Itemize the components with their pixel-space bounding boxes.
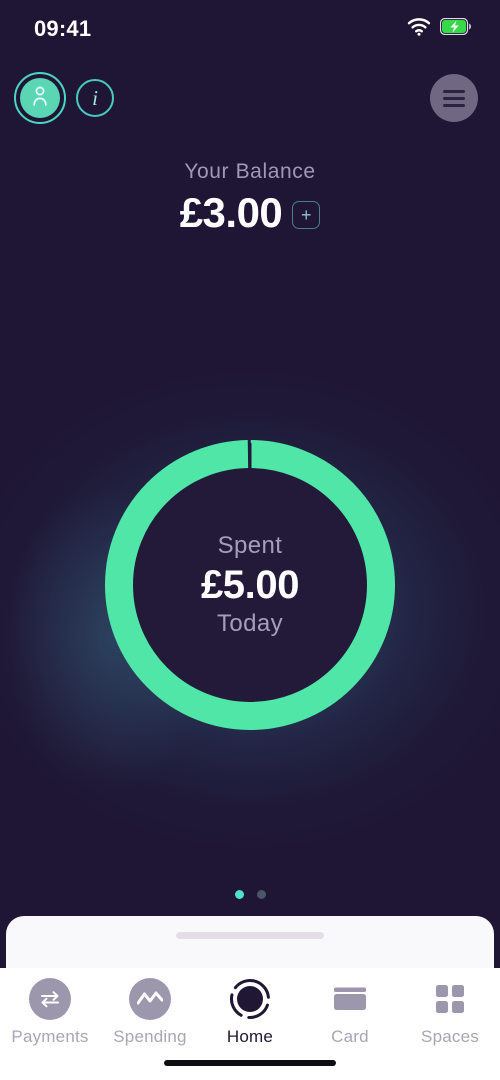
tab-home[interactable]: Home [200,978,300,1047]
info-icon: i [92,85,98,110]
spent-label: Spent [217,532,283,559]
add-money-button[interactable]: + [292,201,321,229]
hamburger-menu-icon-line [443,103,465,107]
wifi-icon [407,17,431,41]
hamburger-menu-button[interactable] [430,74,478,122]
person-icon [30,85,50,112]
info-button[interactable]: i [76,79,114,117]
tab-spending[interactable]: Spending [100,978,200,1047]
drag-handle-icon[interactable] [176,932,324,939]
tab-label-spending: Spending [113,1027,187,1046]
plus-icon: + [301,205,312,225]
line-chart-icon [129,978,171,1020]
pagination-dot-active[interactable] [234,890,244,899]
tab-label-payments: Payments [11,1027,89,1046]
spent-period: Today [216,610,284,637]
battery-charging-icon [439,17,472,40]
tab-label-card: Card [331,1027,369,1046]
grid-squares-icon [429,978,471,1020]
hamburger-menu-icon-line [443,89,465,93]
hamburger-menu-icon-line [443,96,465,100]
spending-ring[interactable]: Spent £5.00 Today [95,430,405,740]
transfer-arrows-icon [29,978,71,1020]
tab-card[interactable]: Card [300,978,400,1047]
avatar-inner [20,78,60,118]
header-bar: i [0,70,500,126]
avatar[interactable] [14,72,66,124]
pagination-dots [0,890,500,899]
balance-section: Your Balance £3.00 + [0,160,500,234]
tab-label-spaces: Spaces [421,1027,479,1046]
home-ring-icon [229,978,271,1020]
balance-amount: £3.00 [179,189,283,236]
tab-label-home: Home [226,1027,274,1046]
credit-card-icon [329,978,371,1020]
tab-payments[interactable]: Payments [0,978,100,1047]
tab-spaces[interactable]: Spaces [400,978,500,1047]
header-left-group: i [14,72,114,124]
spending-ring-center: Spent £5.00 Today [95,430,405,740]
balance-row: £3.00 + [0,192,500,234]
status-bar-indicators [407,17,472,41]
status-bar-clock: 09:41 [34,16,92,41]
pagination-dot[interactable] [256,890,266,899]
home-indicator[interactable] [164,1060,336,1066]
status-bar: 09:41 [0,0,500,58]
app-screen: 09:41 i Your Balance £3.00 + Spent £5.00… [0,0,500,1080]
balance-label: Your Balance [184,160,316,183]
spent-amount: £5.00 [200,563,300,607]
